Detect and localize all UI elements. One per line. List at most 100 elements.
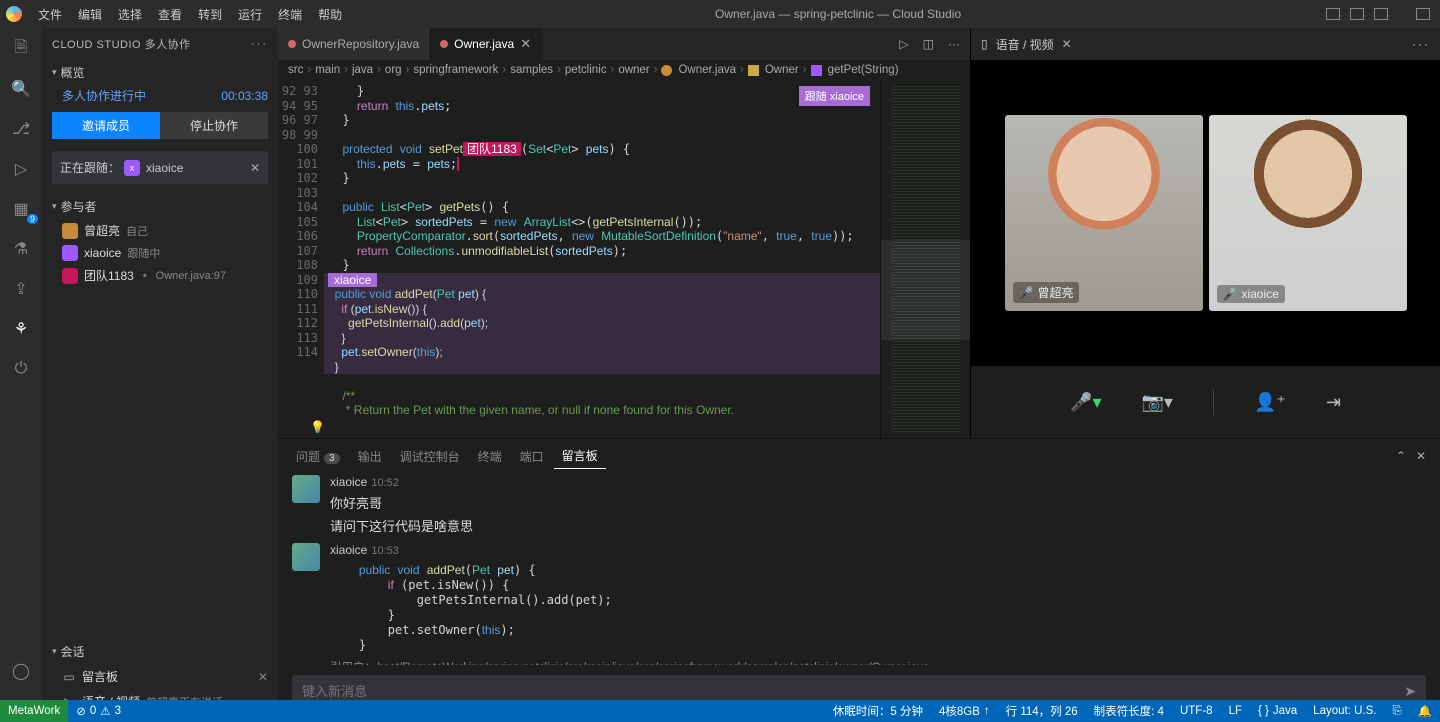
- remote-cursor-tag: 团队1183: [463, 142, 521, 156]
- menu-select[interactable]: 选择: [110, 6, 150, 23]
- status-indent[interactable]: 制表符长度: 4: [1086, 703, 1172, 719]
- video-panel-title: 语音 / 视频: [996, 36, 1054, 53]
- search-icon[interactable]: 🔍: [10, 78, 32, 100]
- menu-file[interactable]: 文件: [30, 6, 70, 23]
- messageboard-icon: ▭: [62, 670, 76, 684]
- status-language[interactable]: { }Java: [1250, 705, 1305, 717]
- menu-run[interactable]: 运行: [230, 6, 270, 23]
- invite-button[interactable]: 邀请成员: [52, 112, 160, 139]
- close-panel-icon[interactable]: ✕: [1412, 449, 1430, 463]
- menu-go[interactable]: 转到: [190, 6, 230, 23]
- testing-icon[interactable]: ⚗: [10, 238, 32, 260]
- method-symbol-icon: [811, 65, 822, 76]
- participant-row[interactable]: 曾超亮 自己: [42, 219, 278, 242]
- avatar-icon: [62, 223, 78, 239]
- video-tile[interactable]: 🎤曾超亮: [1005, 115, 1203, 311]
- following-user: xiaoice: [146, 161, 183, 175]
- status-spec[interactable]: 4核8GB↑: [931, 703, 998, 719]
- panel-tab-terminal[interactable]: 终端: [470, 444, 510, 469]
- panel-tab-output[interactable]: 输出: [350, 444, 390, 469]
- status-notifications-icon[interactable]: 🔔: [1410, 704, 1440, 718]
- lightbulb-icon[interactable]: 💡: [310, 420, 325, 434]
- split-editor-icon[interactable]: ◫: [923, 37, 934, 51]
- collab-icon[interactable]: ⚘: [10, 318, 32, 340]
- menu-view[interactable]: 查看: [150, 6, 190, 23]
- panel-tabs: 问题3 输出 调试控制台 终端 端口 留言板 ⌃ ✕: [278, 439, 1440, 469]
- layout-grid-icon[interactable]: [1416, 8, 1430, 20]
- layout-toggle-left-icon[interactable]: [1326, 8, 1340, 20]
- tab-owner[interactable]: Owner.java ✕: [430, 28, 542, 60]
- power-icon[interactable]: ⏻: [10, 358, 32, 380]
- section-sessions[interactable]: 会话: [42, 639, 278, 664]
- stop-following-button[interactable]: ✕: [250, 161, 260, 175]
- extensions-icon[interactable]: ▦: [10, 198, 32, 220]
- code-area[interactable]: } return this.pets; } protected void set…: [328, 80, 880, 438]
- status-encoding[interactable]: UTF-8: [1172, 705, 1221, 717]
- mic-active-icon: 🎤: [1019, 286, 1034, 300]
- maximize-panel-icon[interactable]: ⌃: [1392, 449, 1410, 463]
- breadcrumb[interactable]: src› main› java› org› springframework› s…: [278, 60, 970, 80]
- message-item: xiaoice10:53 public void addPet(Pet pet)…: [292, 543, 1426, 665]
- follow-pill[interactable]: 跟随 xiaoice: [799, 86, 870, 106]
- video-controls: 🎤▾ 📷▾ 👤⁺ ⇥: [971, 366, 1440, 438]
- minimap[interactable]: [880, 80, 970, 438]
- mic-toggle-button[interactable]: 🎤▾: [1070, 392, 1101, 413]
- close-icon[interactable]: ✕: [258, 670, 268, 684]
- status-eol[interactable]: LF: [1221, 705, 1250, 717]
- layout-toggle-bottom-icon[interactable]: [1350, 8, 1364, 20]
- status-problems[interactable]: ⊘0 ⚠3: [68, 704, 129, 718]
- sidebar: CLOUD STUDIO 多人协作 ··· 概览 多人协作进行中 00:03:3…: [42, 28, 278, 722]
- more-actions-icon[interactable]: ···: [948, 37, 960, 51]
- tab-owner-repository[interactable]: OwnerRepository.java: [278, 28, 430, 60]
- status-layout[interactable]: Layout: U.S.: [1305, 705, 1384, 717]
- activity-bar: 🗎 🔍 ⎇ ▷ ▦ ⚗ ⇪ ⚘ ⏻ ◯ ⚙: [0, 28, 42, 722]
- close-icon[interactable]: ✕: [1062, 37, 1072, 51]
- video-panel: ▯ 语音 / 视频 ✕ ··· 🎤曾超亮 🎤xiaoice 🎤▾: [970, 28, 1440, 438]
- status-feedback-icon[interactable]: ⎘: [1384, 705, 1409, 718]
- remote-selection-tag: xiaoice: [328, 273, 377, 288]
- run-debug-icon[interactable]: ▷: [10, 158, 32, 180]
- section-participants[interactable]: 参与者: [42, 194, 278, 219]
- avatar-icon: [292, 475, 320, 503]
- status-idle[interactable]: 休眠时间：5 分钟: [825, 703, 931, 719]
- video-tile[interactable]: 🎤xiaoice: [1209, 115, 1407, 311]
- sidebar-more-icon[interactable]: ···: [251, 38, 268, 50]
- panel-tab-ports[interactable]: 端口: [512, 444, 552, 469]
- participant-row[interactable]: 团队1183 Owner.java:97: [42, 264, 278, 287]
- camera-toggle-button[interactable]: 📷▾: [1141, 392, 1172, 413]
- menu-help[interactable]: 帮助: [310, 6, 350, 23]
- leave-call-button[interactable]: ⇥: [1326, 392, 1341, 413]
- bottom-panel: 问题3 输出 调试控制台 终端 端口 留言板 ⌃ ✕ xiaoice10:52 …: [278, 438, 1440, 722]
- java-file-icon: [661, 65, 672, 76]
- collab-timer: 00:03:38: [221, 89, 268, 103]
- source-control-icon[interactable]: ⎇: [10, 118, 32, 140]
- git-modified-icon: [288, 40, 296, 48]
- message-list: xiaoice10:52 你好亮哥 请问下这行代码是啥意思 xiaoice10:…: [278, 469, 1440, 665]
- code-reference[interactable]: 引用自：/root/RemoteWorking/spring-petclinic…: [330, 659, 1426, 665]
- stop-collab-button[interactable]: 停止协作: [160, 112, 268, 139]
- menu-edit[interactable]: 编辑: [70, 6, 110, 23]
- rocket-icon[interactable]: ⇪: [10, 278, 32, 300]
- section-overview[interactable]: 概览: [42, 60, 278, 85]
- status-cursor-pos[interactable]: 行 114，列 26: [998, 703, 1086, 719]
- panel-tab-problems[interactable]: 问题3: [288, 444, 348, 469]
- message-input[interactable]: [302, 684, 1404, 699]
- collab-running-label: 多人协作进行中: [62, 87, 146, 104]
- session-messageboard[interactable]: ▭ 留言板 ✕: [42, 664, 278, 689]
- editor: OwnerRepository.java Owner.java ✕ ▷ ◫ ··…: [278, 28, 970, 438]
- panel-tab-messageboard[interactable]: 留言板: [554, 443, 606, 469]
- status-metawork[interactable]: MetaWork: [0, 700, 68, 722]
- participant-row[interactable]: xiaoice 跟随中: [42, 242, 278, 264]
- account-icon[interactable]: ◯: [10, 660, 32, 682]
- following-label: 正在跟随：: [60, 159, 120, 176]
- explorer-icon[interactable]: 🗎: [10, 38, 32, 60]
- panel-tab-debug[interactable]: 调试控制台: [392, 444, 468, 469]
- layout-toggle-right-icon[interactable]: [1374, 8, 1388, 20]
- menu-terminal[interactable]: 终端: [270, 6, 310, 23]
- more-actions-icon[interactable]: ···: [1412, 37, 1430, 51]
- close-icon[interactable]: ✕: [520, 36, 531, 52]
- avatar-icon: [62, 245, 78, 261]
- add-participant-button[interactable]: 👤⁺: [1254, 392, 1286, 413]
- send-button-icon[interactable]: ➤: [1404, 683, 1416, 700]
- run-button-icon[interactable]: ▷: [899, 37, 908, 51]
